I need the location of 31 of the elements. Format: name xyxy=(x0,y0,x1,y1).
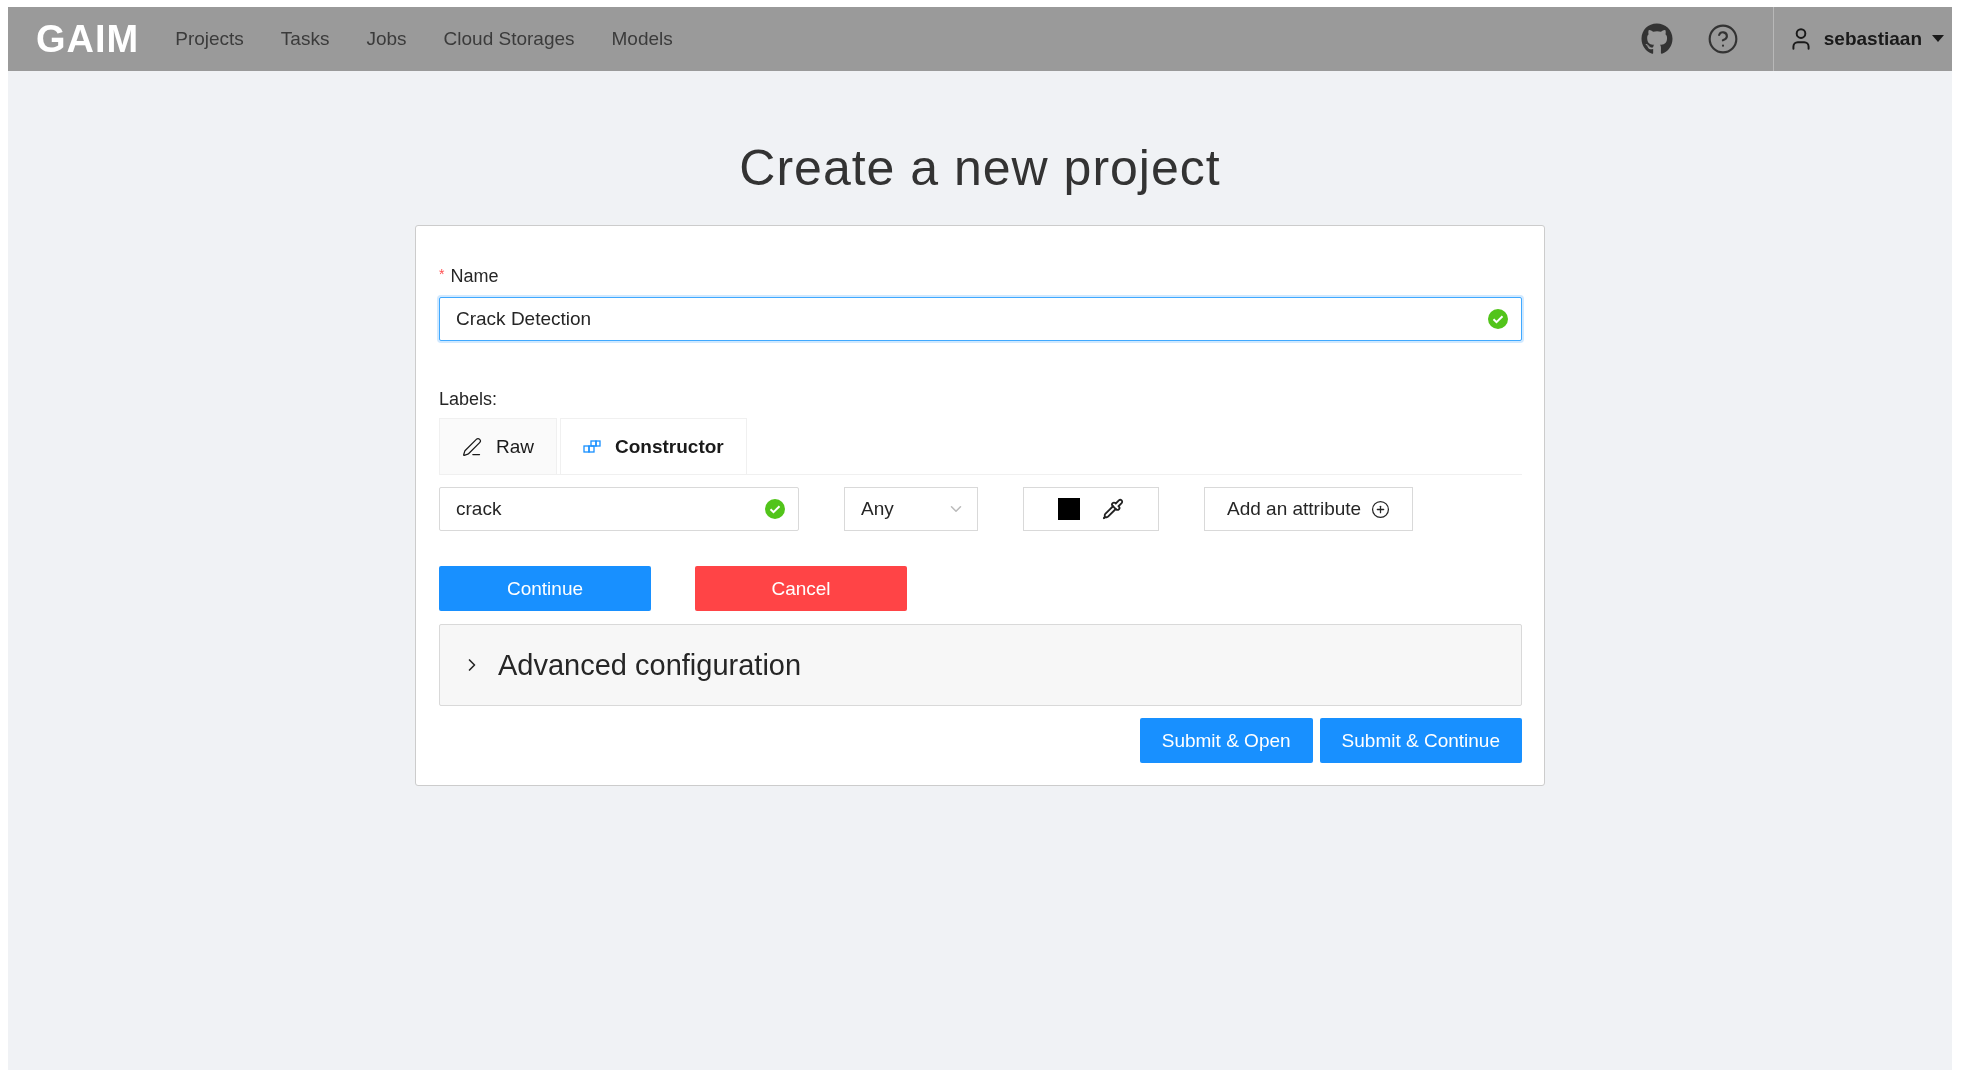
input-field[interactable]: crack xyxy=(439,487,799,531)
pen-icon xyxy=(462,436,482,457)
input-field[interactable]: Crack Detection xyxy=(439,297,1522,341)
nav-link[interactable]: Tasks xyxy=(280,28,330,50)
color-button[interactable] xyxy=(1023,487,1159,531)
page-title: Create a new project xyxy=(738,139,1222,197)
continue-button[interactable]: Continue xyxy=(439,566,651,611)
tab[interactable]: Constructor xyxy=(560,418,747,474)
panel-title: Advanced configuration xyxy=(498,648,802,682)
field-label: Name xyxy=(450,266,499,286)
collapse-panel[interactable]: Advanced configuration xyxy=(439,624,1522,706)
tab[interactable]: Raw xyxy=(439,418,557,474)
help-icon[interactable] xyxy=(1706,23,1739,55)
plus-circle-icon xyxy=(1371,499,1391,519)
type-select[interactable]: Any xyxy=(844,487,978,531)
caret-icon xyxy=(1932,35,1944,43)
nav-link[interactable]: Cloud Storages xyxy=(443,28,575,50)
blocks-icon xyxy=(583,439,601,454)
submit-button[interactable]: Submit & Continue xyxy=(1319,718,1522,763)
submit-button[interactable]: Submit & Open xyxy=(1139,718,1313,763)
logo[interactable]: GAIM xyxy=(36,17,140,61)
nav-link[interactable]: Projects xyxy=(175,28,244,50)
nav-link[interactable]: Models xyxy=(611,28,673,50)
github-icon[interactable] xyxy=(1640,23,1673,55)
cancel-button[interactable]: Cancel xyxy=(695,566,907,611)
field-label: Labels: xyxy=(439,389,498,409)
pipette-icon xyxy=(1102,498,1124,520)
nav-link[interactable]: Jobs xyxy=(366,28,407,50)
user-menu[interactable]: sebastiaan xyxy=(1772,7,1952,71)
add-attribute-button[interactable]: Add an attribute xyxy=(1204,487,1414,531)
required-mark: * xyxy=(439,266,445,282)
